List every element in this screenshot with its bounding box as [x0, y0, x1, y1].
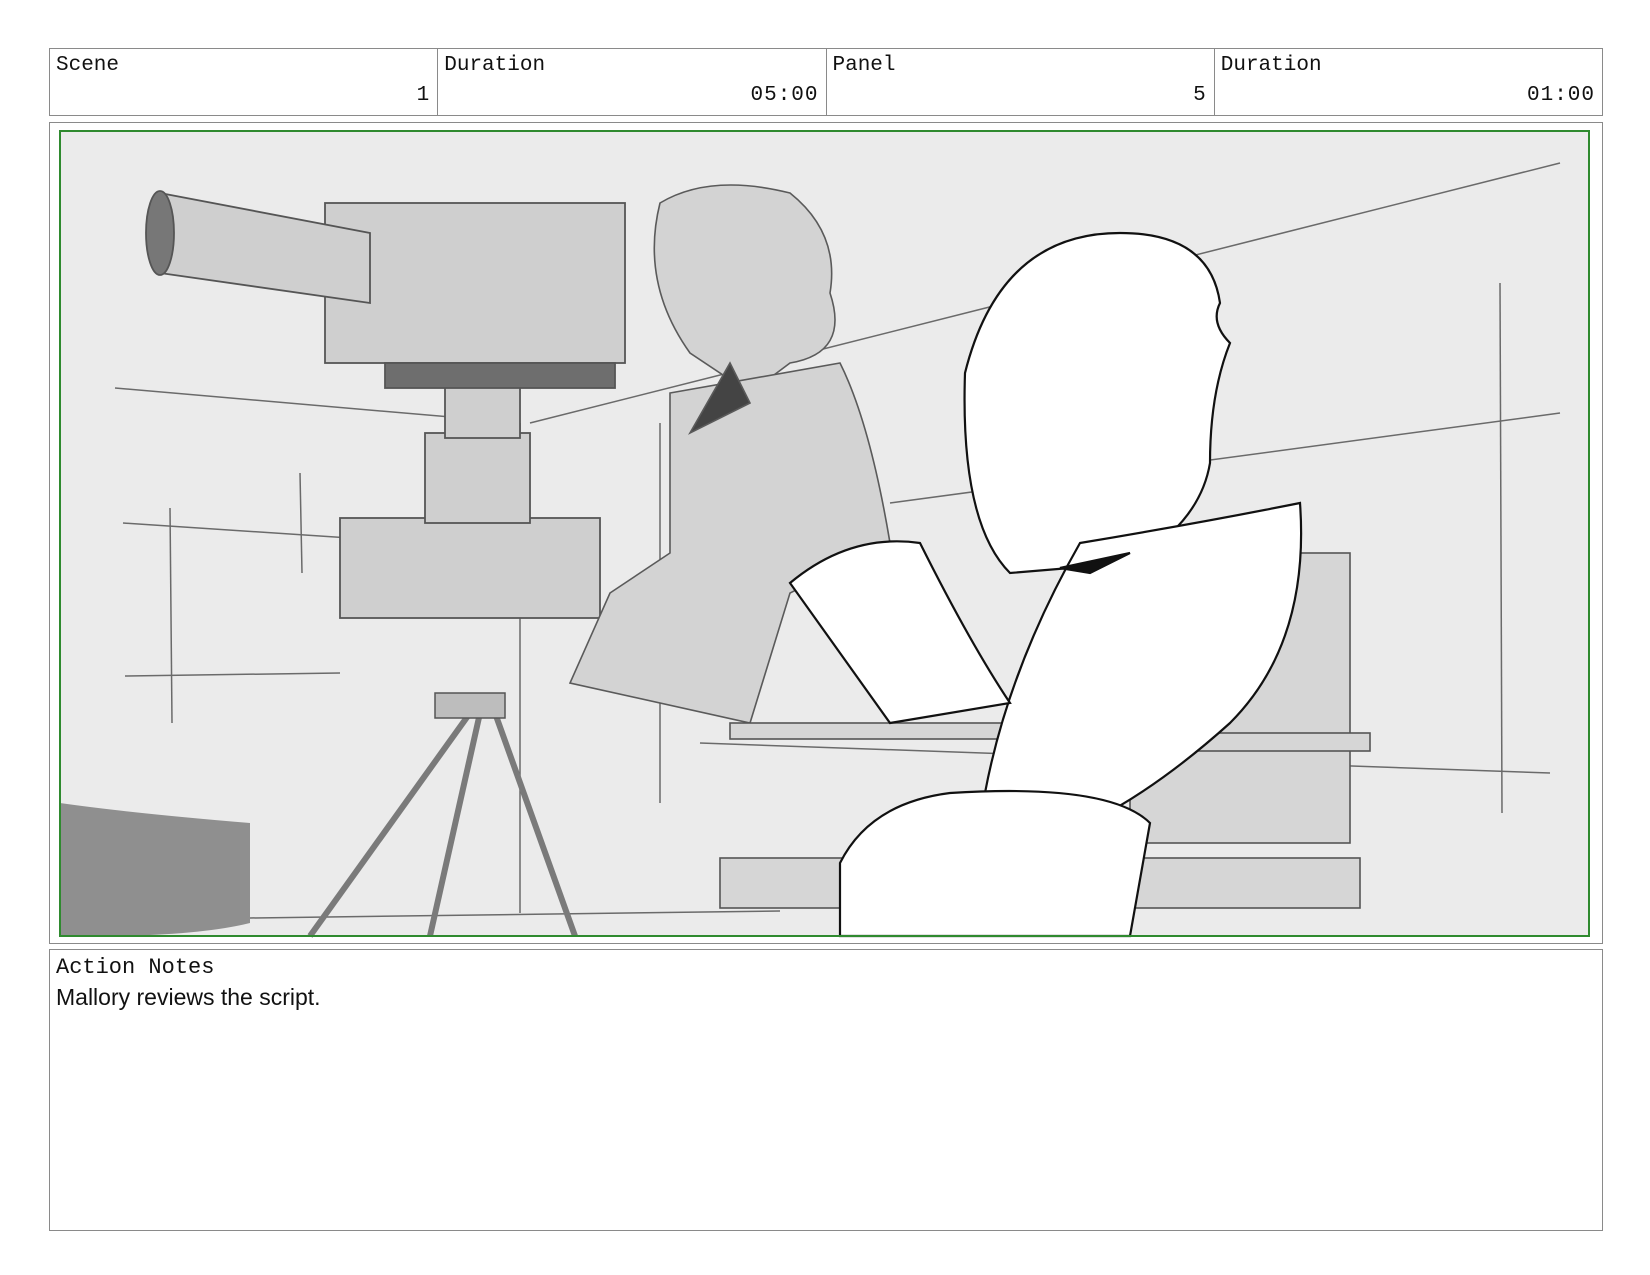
panel-label: Panel [832, 54, 896, 77]
action-notes-box: Action Notes Mallory reviews the script. [49, 949, 1603, 1231]
scene-label: Scene [56, 54, 120, 77]
storyboard-sketch [59, 130, 1590, 938]
panel-number: 5 [1193, 84, 1207, 107]
stool-shape [60, 803, 250, 937]
panel-cell: Panel 5 [827, 49, 1215, 115]
scene-cell: Scene 1 [50, 49, 439, 115]
scene-duration-label: Duration [444, 54, 546, 77]
scene-duration-value: 05:00 [750, 84, 819, 107]
panel-duration-cell: Duration 01:00 [1215, 49, 1602, 115]
panel-duration-label: Duration [1220, 54, 1322, 77]
action-notes-title: Action Notes [56, 955, 215, 980]
panel-duration-value: 01:00 [1526, 84, 1595, 107]
panel-header: Scene 1 Duration 05:00 Panel 5 Duration … [49, 48, 1603, 116]
action-notes-text: Mallory reviews the script. [56, 984, 321, 1010]
scene-number: 1 [416, 84, 431, 107]
scene-duration-cell: Duration 05:00 [438, 49, 827, 115]
storyboard-frame [49, 122, 1603, 944]
